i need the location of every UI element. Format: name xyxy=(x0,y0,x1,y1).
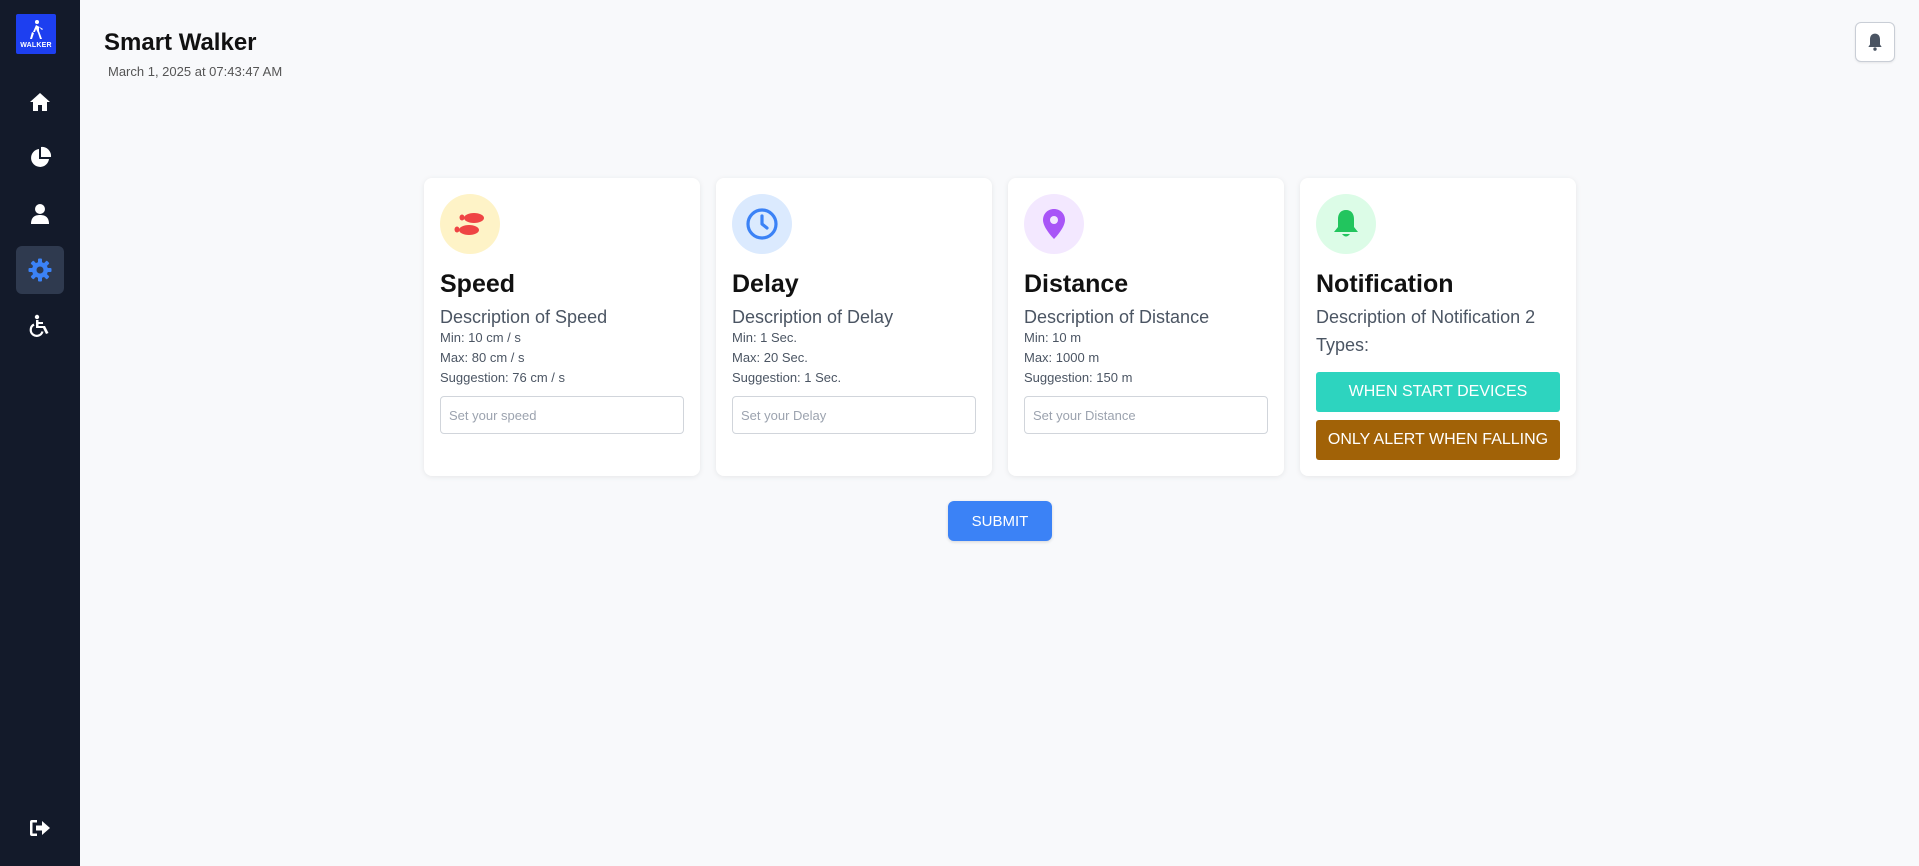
delay-suggestion: Suggestion: 1 Sec. xyxy=(732,370,842,385)
delay-input[interactable] xyxy=(732,396,976,434)
nav-accessibility[interactable] xyxy=(16,302,64,350)
wheelchair-icon xyxy=(29,314,49,337)
distance-max: Max: 1000 m xyxy=(1024,350,1100,365)
notification-icon-badge xyxy=(1316,194,1376,254)
distance-title: Distance xyxy=(1024,270,1129,298)
sidebar: WALKER xyxy=(0,0,80,866)
user-icon xyxy=(31,204,49,224)
distance-input[interactable] xyxy=(1024,396,1268,434)
bell-icon xyxy=(1868,33,1882,51)
only-alert-when-falling-button[interactable]: ONLY ALERT WHEN FALLING xyxy=(1316,420,1560,460)
page-title: Smart Walker xyxy=(104,29,257,56)
delay-max: Max: 20 Sec. xyxy=(732,350,808,365)
delay-min: Min: 1 Sec. xyxy=(732,330,798,345)
home-icon xyxy=(30,93,50,111)
speed-description: Description of Speed xyxy=(440,307,608,327)
notification-title: Notification xyxy=(1316,270,1454,298)
when-start-devices-button[interactable]: WHEN START DEVICES xyxy=(1316,372,1560,412)
delay-card: Delay Description of Delay Min: 1 Sec. M… xyxy=(716,178,992,476)
notification-description: Description of Notification 2 Types: xyxy=(1316,307,1536,355)
delay-title: Delay xyxy=(732,270,799,298)
app-logo[interactable]: WALKER xyxy=(16,14,56,54)
nav-analytics[interactable] xyxy=(16,134,64,182)
delay-description: Description of Delay xyxy=(732,307,894,327)
delay-icon-badge xyxy=(732,194,792,254)
map-pin-icon xyxy=(1043,209,1065,239)
speed-icon-badge xyxy=(440,194,500,254)
nav-settings[interactable] xyxy=(16,246,64,294)
logout-button[interactable] xyxy=(16,804,64,852)
speed-input[interactable] xyxy=(440,396,684,434)
current-datetime: March 1, 2025 at 07:43:47 AM xyxy=(108,64,283,79)
speed-suggestion: Suggestion: 76 cm / s xyxy=(440,370,566,385)
speed-min: Min: 10 cm / s xyxy=(440,330,521,345)
bell-icon xyxy=(1334,210,1358,237)
distance-suggestion: Suggestion: 150 m xyxy=(1024,370,1133,385)
logo-text: WALKER xyxy=(20,42,52,49)
speed-max: Max: 80 cm / s xyxy=(440,350,525,365)
logout-icon xyxy=(30,820,50,836)
gear-icon xyxy=(28,258,52,282)
pie-chart-icon xyxy=(31,146,52,167)
submit-button[interactable]: SUBMIT xyxy=(948,501,1052,541)
footprints-icon xyxy=(454,213,484,235)
nav-home[interactable] xyxy=(16,78,64,126)
distance-min: Min: 10 m xyxy=(1024,330,1082,345)
clock-icon xyxy=(746,208,778,240)
distance-icon-badge xyxy=(1024,194,1084,254)
walker-logo-icon xyxy=(30,20,43,39)
speed-title: Speed xyxy=(440,270,516,298)
speed-card: Speed Description of Speed Min: 10 cm / … xyxy=(424,178,700,476)
notification-card: Notification Description of Notification… xyxy=(1300,178,1576,476)
distance-card: Distance Description of Distance Min: 10… xyxy=(1008,178,1284,476)
notifications-button[interactable] xyxy=(1855,22,1895,62)
distance-description: Description of Distance xyxy=(1024,307,1210,327)
nav-profile[interactable] xyxy=(16,190,64,238)
